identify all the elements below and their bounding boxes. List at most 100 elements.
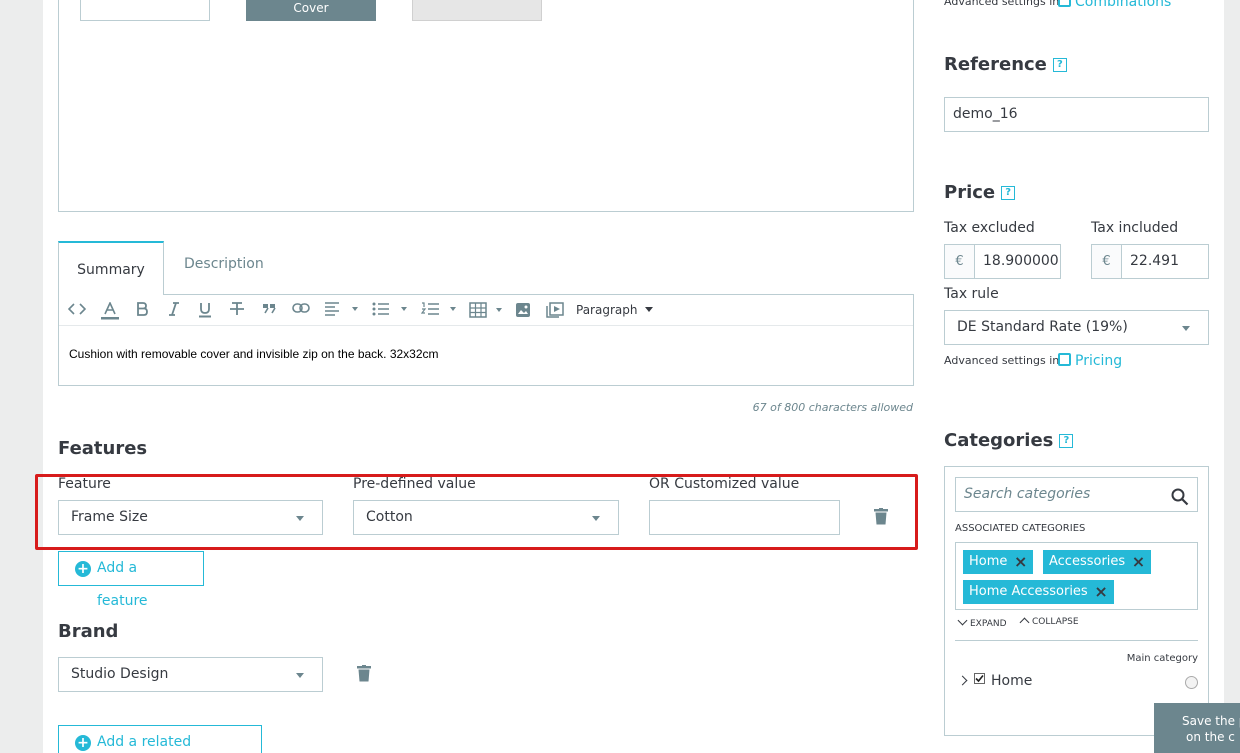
- categories-panel: Search categories ASSOCIATED CATEGORIES …: [944, 466, 1209, 736]
- expand-button[interactable]: EXPAND: [957, 615, 1007, 629]
- search-categories-input[interactable]: Search categories: [955, 477, 1198, 512]
- close-icon[interactable]: ×: [1014, 550, 1027, 574]
- character-counter: 67 of 800 characters allowed: [752, 401, 913, 414]
- text-color-icon[interactable]: [99, 300, 121, 320]
- category-tag-label: Home Accessories: [969, 584, 1088, 599]
- associated-categories-box: Home × Accessories × Home Accessories ×: [955, 542, 1198, 610]
- category-tag-label: Home: [969, 554, 1008, 569]
- save-button-line2: on the c: [1186, 730, 1235, 744]
- category-tag-home: Home ×: [963, 550, 1034, 574]
- image-icon[interactable]: [513, 300, 533, 320]
- plus-circle-icon: +: [75, 735, 91, 751]
- chevron-up-icon: [1019, 617, 1030, 628]
- main-category-label: Main category: [1126, 653, 1198, 664]
- expand-label: EXPAND: [970, 619, 1007, 629]
- brand-select[interactable]: Studio Design: [58, 657, 323, 692]
- blockquote-icon[interactable]: [260, 300, 278, 320]
- pricing-link-label: Pricing: [1075, 353, 1123, 369]
- paragraph-format-label: Paragraph: [576, 303, 638, 317]
- align-dropdown-icon[interactable]: [323, 300, 359, 320]
- italic-icon[interactable]: [165, 300, 183, 320]
- reference-title: Reference?: [944, 54, 1067, 75]
- price-tax-excluded-value: 18.900000: [983, 253, 1059, 269]
- associated-categories-label: ASSOCIATED CATEGORIES: [955, 523, 1086, 534]
- code-icon[interactable]: [67, 300, 87, 320]
- pricing-link[interactable]: Pricing: [1058, 353, 1122, 369]
- reference-title-text: Reference: [944, 54, 1047, 75]
- strikethrough-icon[interactable]: [228, 300, 246, 320]
- plus-circle-icon: +: [75, 561, 91, 577]
- trash-icon[interactable]: [357, 665, 371, 683]
- categories-title-text: Categories: [944, 430, 1054, 451]
- save-product-button[interactable]: Save the p on the c: [1154, 703, 1240, 753]
- external-link-icon: [1058, 353, 1071, 366]
- video-icon[interactable]: [544, 300, 566, 320]
- brand-select-value: Studio Design: [71, 666, 169, 682]
- close-icon[interactable]: ×: [1132, 550, 1145, 574]
- price-tax-excluded-input[interactable]: € 18.900000: [944, 244, 1061, 279]
- main-category-radio[interactable]: [1185, 676, 1198, 689]
- underline-icon[interactable]: [196, 300, 214, 320]
- combinations-link[interactable]: Combinations: [1058, 0, 1171, 10]
- category-tag-home-accessories: Home Accessories ×: [963, 580, 1114, 604]
- table-dropdown-icon[interactable]: [468, 300, 504, 320]
- euro-icon: €: [1092, 245, 1122, 278]
- chevron-right-icon[interactable]: [957, 675, 968, 686]
- collapse-label: COLLAPSE: [1032, 617, 1079, 627]
- bold-icon[interactable]: [133, 300, 151, 320]
- paragraph-format-dropdown[interactable]: Paragraph: [576, 300, 654, 320]
- image-thumbnail[interactable]: [412, 0, 542, 21]
- editor-content[interactable]: Cushion with removable cover and invisib…: [69, 347, 439, 361]
- category-tag-label: Accessories: [1049, 554, 1126, 569]
- external-link-icon: [1058, 0, 1071, 7]
- categories-title: Categories?: [944, 430, 1074, 451]
- divider: [955, 640, 1198, 641]
- tab-description[interactable]: Description: [184, 256, 264, 272]
- add-related-product-label: Add a related product: [97, 734, 192, 750]
- save-button-line1: Save the p: [1182, 714, 1240, 728]
- category-tag-accessories: Accessories ×: [1043, 550, 1152, 574]
- features-highlight-box: [35, 474, 918, 550]
- close-icon[interactable]: ×: [1094, 580, 1107, 604]
- add-feature-button[interactable]: + Add a feature: [58, 551, 204, 609]
- bullet-list-dropdown-icon[interactable]: [371, 300, 409, 320]
- brand-title: Brand: [58, 621, 119, 642]
- tax-rule-value: DE Standard Rate (19%): [957, 319, 1128, 335]
- euro-icon: €: [945, 245, 975, 278]
- chevron-down-icon: [957, 615, 968, 626]
- search-categories-placeholder: Search categories: [964, 486, 1091, 502]
- features-title: Features: [58, 438, 148, 459]
- cover-thumbnail[interactable]: Cover: [246, 0, 376, 21]
- tab-summary[interactable]: Summary: [58, 241, 164, 295]
- advanced-settings-text: Advanced settings in: [944, 354, 1060, 367]
- tree-item-home[interactable]: Home: [957, 673, 1033, 689]
- summary-editor[interactable]: Paragraph Cushion with removable cover a…: [58, 294, 914, 386]
- tax-rule-select[interactable]: DE Standard Rate (19%): [944, 310, 1209, 345]
- cover-label: Cover: [293, 1, 329, 15]
- add-feature-label: Add a feature: [97, 560, 148, 609]
- search-icon[interactable]: [1171, 486, 1189, 519]
- chevron-down-icon: [645, 307, 654, 312]
- combinations-link-label: Combinations: [1075, 0, 1172, 10]
- editor-toolbar: Paragraph: [59, 295, 913, 326]
- collapse-button[interactable]: COLLAPSE: [1019, 617, 1079, 628]
- price-title: Price?: [944, 182, 1016, 203]
- image-thumbnail[interactable]: [80, 0, 210, 21]
- image-dropzone[interactable]: [58, 0, 914, 212]
- add-related-product-button[interactable]: + Add a related product: [58, 725, 262, 753]
- tree-item-label: Home: [991, 673, 1033, 689]
- help-icon[interactable]: ?: [1059, 434, 1074, 448]
- price-tax-included-input[interactable]: € 22.491: [1091, 244, 1209, 279]
- help-icon[interactable]: ?: [1052, 58, 1067, 72]
- price-title-text: Price: [944, 182, 996, 203]
- chevron-down-icon: [1182, 326, 1190, 331]
- numbered-list-dropdown-icon[interactable]: [420, 300, 458, 320]
- link-icon[interactable]: [291, 300, 311, 320]
- tax-included-label: Tax included: [1091, 220, 1179, 236]
- chevron-down-icon: [296, 673, 304, 678]
- tax-rule-label: Tax rule: [944, 286, 999, 302]
- category-checkbox[interactable]: [974, 673, 985, 684]
- tax-excluded-label: Tax excluded: [944, 220, 1035, 236]
- help-icon[interactable]: ?: [1001, 186, 1016, 200]
- reference-input[interactable]: demo_16: [944, 97, 1209, 132]
